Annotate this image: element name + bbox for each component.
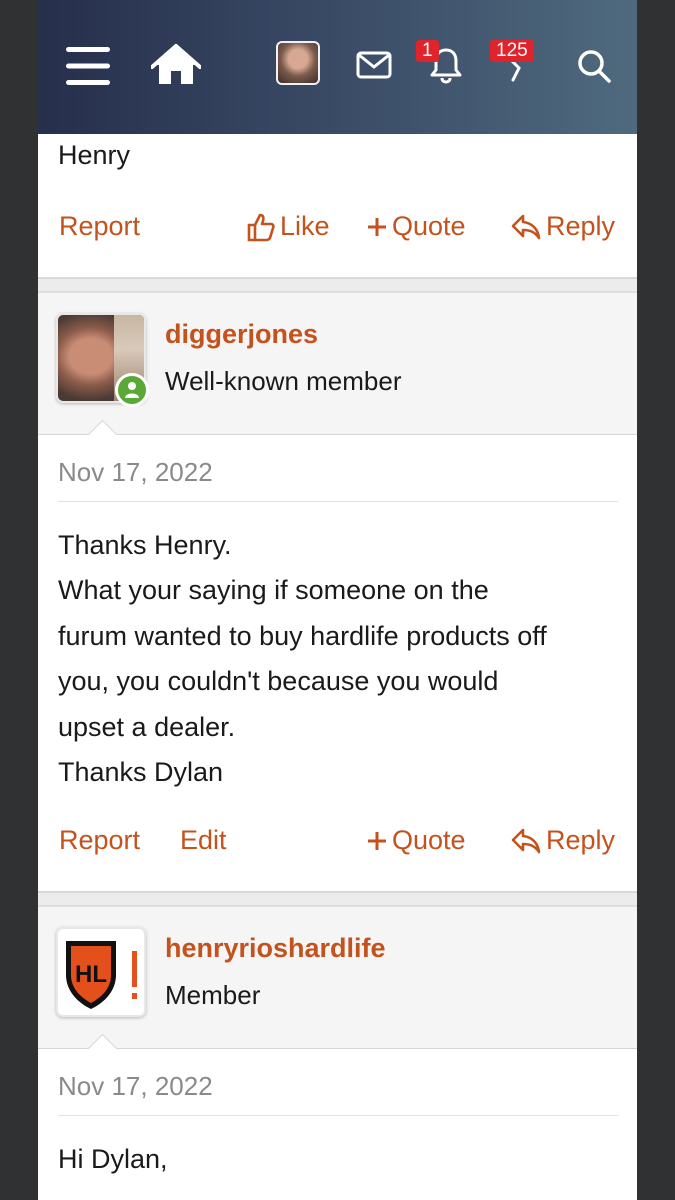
post2-date[interactable]: Nov 17, 2022 [58, 1071, 213, 1102]
report-label: Report [59, 825, 141, 855]
post1-line: What your saying if someone on the [58, 575, 489, 606]
post1-body: Thanks Henry. What your saying if someon… [58, 523, 623, 795]
alerts-count-badge: 1 [416, 40, 439, 62]
chat-count-badge: 125 [490, 40, 534, 62]
quote-label: Quote [392, 211, 466, 241]
post1-user-header: diggerjones Well-known member [38, 293, 637, 435]
report-link[interactable]: Report [59, 211, 140, 242]
post1-date-divider [58, 501, 618, 502]
quote-button[interactable]: Quote [366, 211, 466, 242]
search-icon[interactable] [574, 46, 614, 86]
previous-post-actions: Report Like Quote Reply [38, 205, 637, 253]
logo-letters: HL [75, 961, 107, 988]
post1-line: Thanks Dylan [58, 757, 224, 788]
reply-button[interactable]: Reply [510, 825, 615, 856]
reply-arrow-icon [511, 214, 541, 239]
top-navbar: 1 125 [38, 0, 637, 134]
inbox-envelope-icon[interactable] [354, 48, 394, 82]
reply-label: Reply [546, 825, 616, 855]
quote-button[interactable]: Quote [366, 825, 466, 856]
post2-avatar[interactable]: HL [56, 927, 146, 1017]
post1-line: furum wanted to buy hardlife products of… [58, 620, 547, 651]
post2-line: Hi Dylan, [58, 1144, 168, 1174]
online-status-icon [115, 373, 149, 407]
like-label: Like [280, 211, 330, 241]
thumbs-up-icon [247, 213, 275, 241]
previous-post-signature: Henry [58, 140, 131, 170]
reply-label: Reply [546, 211, 616, 241]
plus-icon [368, 217, 386, 236]
post1-line: upset a dealer. [58, 711, 236, 742]
post2-username[interactable]: henryrioshardlife [165, 933, 386, 964]
like-button[interactable]: Like [246, 211, 330, 242]
reply-arrow-icon [511, 828, 541, 853]
edit-link[interactable]: Edit [180, 825, 227, 856]
report-label: Report [59, 211, 141, 241]
post2-body: Hi Dylan, [58, 1137, 623, 1182]
hamburger-menu-icon[interactable] [62, 42, 114, 90]
post1-user-title: Well-known member [165, 366, 402, 396]
post1-line: Thanks Henry. [58, 530, 232, 560]
page-frame: 1 125 Henry Report Like Quote Reply digg… [38, 0, 637, 1200]
post2-user-title: Member [165, 980, 261, 1010]
report-link[interactable]: Report [59, 825, 140, 856]
post1-date[interactable]: Nov 17, 2022 [58, 457, 213, 488]
post-separator [38, 891, 637, 907]
post-separator [38, 277, 637, 293]
post1-actions: Report Edit Quote Reply [38, 819, 637, 867]
reply-button[interactable]: Reply [510, 211, 615, 242]
post1-line: you, you couldn't because you would [58, 666, 499, 697]
post2-date-divider [58, 1115, 618, 1116]
header-caret [84, 1031, 120, 1049]
home-icon[interactable] [150, 42, 202, 88]
hardlife-logo-icon: HL [66, 941, 137, 1009]
quote-label: Quote [392, 825, 466, 855]
header-caret [84, 417, 120, 435]
post1-username[interactable]: diggerjones [165, 319, 318, 350]
edit-label: Edit [180, 825, 227, 855]
plus-icon [368, 831, 386, 850]
post2-user-header: HL henryrioshardlife Member [38, 907, 637, 1049]
account-avatar[interactable] [276, 41, 320, 85]
